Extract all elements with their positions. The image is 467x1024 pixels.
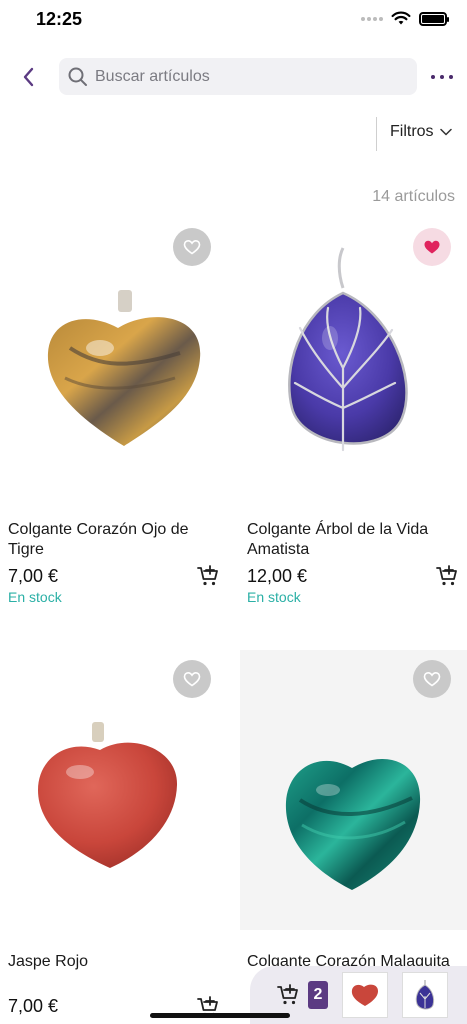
filters-button[interactable]: Filtros bbox=[390, 123, 452, 141]
product-price: 7,00 € bbox=[8, 996, 59, 1016]
search-box[interactable] bbox=[59, 58, 417, 95]
battery-icon bbox=[419, 11, 449, 26]
product-card[interactable]: Jaspe Rojo 7,00 € bbox=[0, 650, 233, 1024]
status-bar: 12:25 bbox=[0, 0, 467, 40]
more-dot bbox=[449, 75, 453, 79]
filters-label: Filtros bbox=[390, 123, 434, 140]
top-bar bbox=[0, 56, 467, 98]
red-jasper-thumbnail bbox=[351, 984, 378, 1006]
product-price: 12,00 € bbox=[247, 566, 308, 586]
search-icon bbox=[68, 67, 87, 86]
search-input[interactable] bbox=[95, 67, 395, 86]
amethyst-tree-thumbnail bbox=[415, 980, 435, 1010]
wifi-icon bbox=[391, 11, 411, 25]
more-options-button[interactable] bbox=[431, 66, 453, 88]
favorite-button[interactable] bbox=[173, 660, 211, 698]
product-card[interactable]: Colgante Corazón Ojo de Tigre 7,00 € En … bbox=[0, 218, 233, 618]
product-price: 7,00 € bbox=[8, 566, 59, 586]
more-dot bbox=[440, 75, 444, 79]
favorite-button[interactable] bbox=[173, 228, 211, 266]
stock-status: En stock bbox=[8, 589, 62, 605]
cart-count-badge: 2 bbox=[308, 981, 328, 1009]
cart-icon[interactable] bbox=[276, 983, 300, 1007]
chevron-left-icon bbox=[23, 67, 34, 87]
stock-status: En stock bbox=[247, 589, 301, 605]
heart-filled-icon bbox=[424, 240, 440, 254]
cart-item-thumbnail[interactable] bbox=[342, 972, 388, 1018]
heart-outline-icon bbox=[183, 671, 201, 687]
chevron-down-icon bbox=[439, 128, 452, 136]
product-name[interactable]: Jaspe Rojo bbox=[8, 952, 228, 972]
favorite-button[interactable] bbox=[413, 228, 451, 266]
more-dot bbox=[431, 75, 435, 79]
results-count: 14 artículos bbox=[372, 188, 455, 205]
signal-icon bbox=[361, 16, 383, 21]
back-button[interactable] bbox=[12, 60, 44, 94]
product-name[interactable]: Colgante Árbol de la Vida Amatista bbox=[247, 520, 467, 560]
filters-divider bbox=[376, 117, 377, 151]
status-time: 12:25 bbox=[36, 9, 83, 29]
product-name[interactable]: Colgante Corazón Ojo de Tigre bbox=[8, 520, 228, 560]
home-indicator[interactable] bbox=[150, 1013, 290, 1018]
add-to-cart-icon[interactable] bbox=[196, 564, 220, 588]
status-icons bbox=[361, 11, 449, 26]
heart-outline-icon bbox=[183, 239, 201, 255]
product-card[interactable]: Colgante Árbol de la Vida Amatista 12,00… bbox=[240, 218, 467, 618]
favorite-button[interactable] bbox=[413, 660, 451, 698]
cart-item-thumbnail[interactable] bbox=[402, 972, 448, 1018]
add-to-cart-icon[interactable] bbox=[435, 564, 459, 588]
heart-outline-icon bbox=[423, 671, 441, 687]
